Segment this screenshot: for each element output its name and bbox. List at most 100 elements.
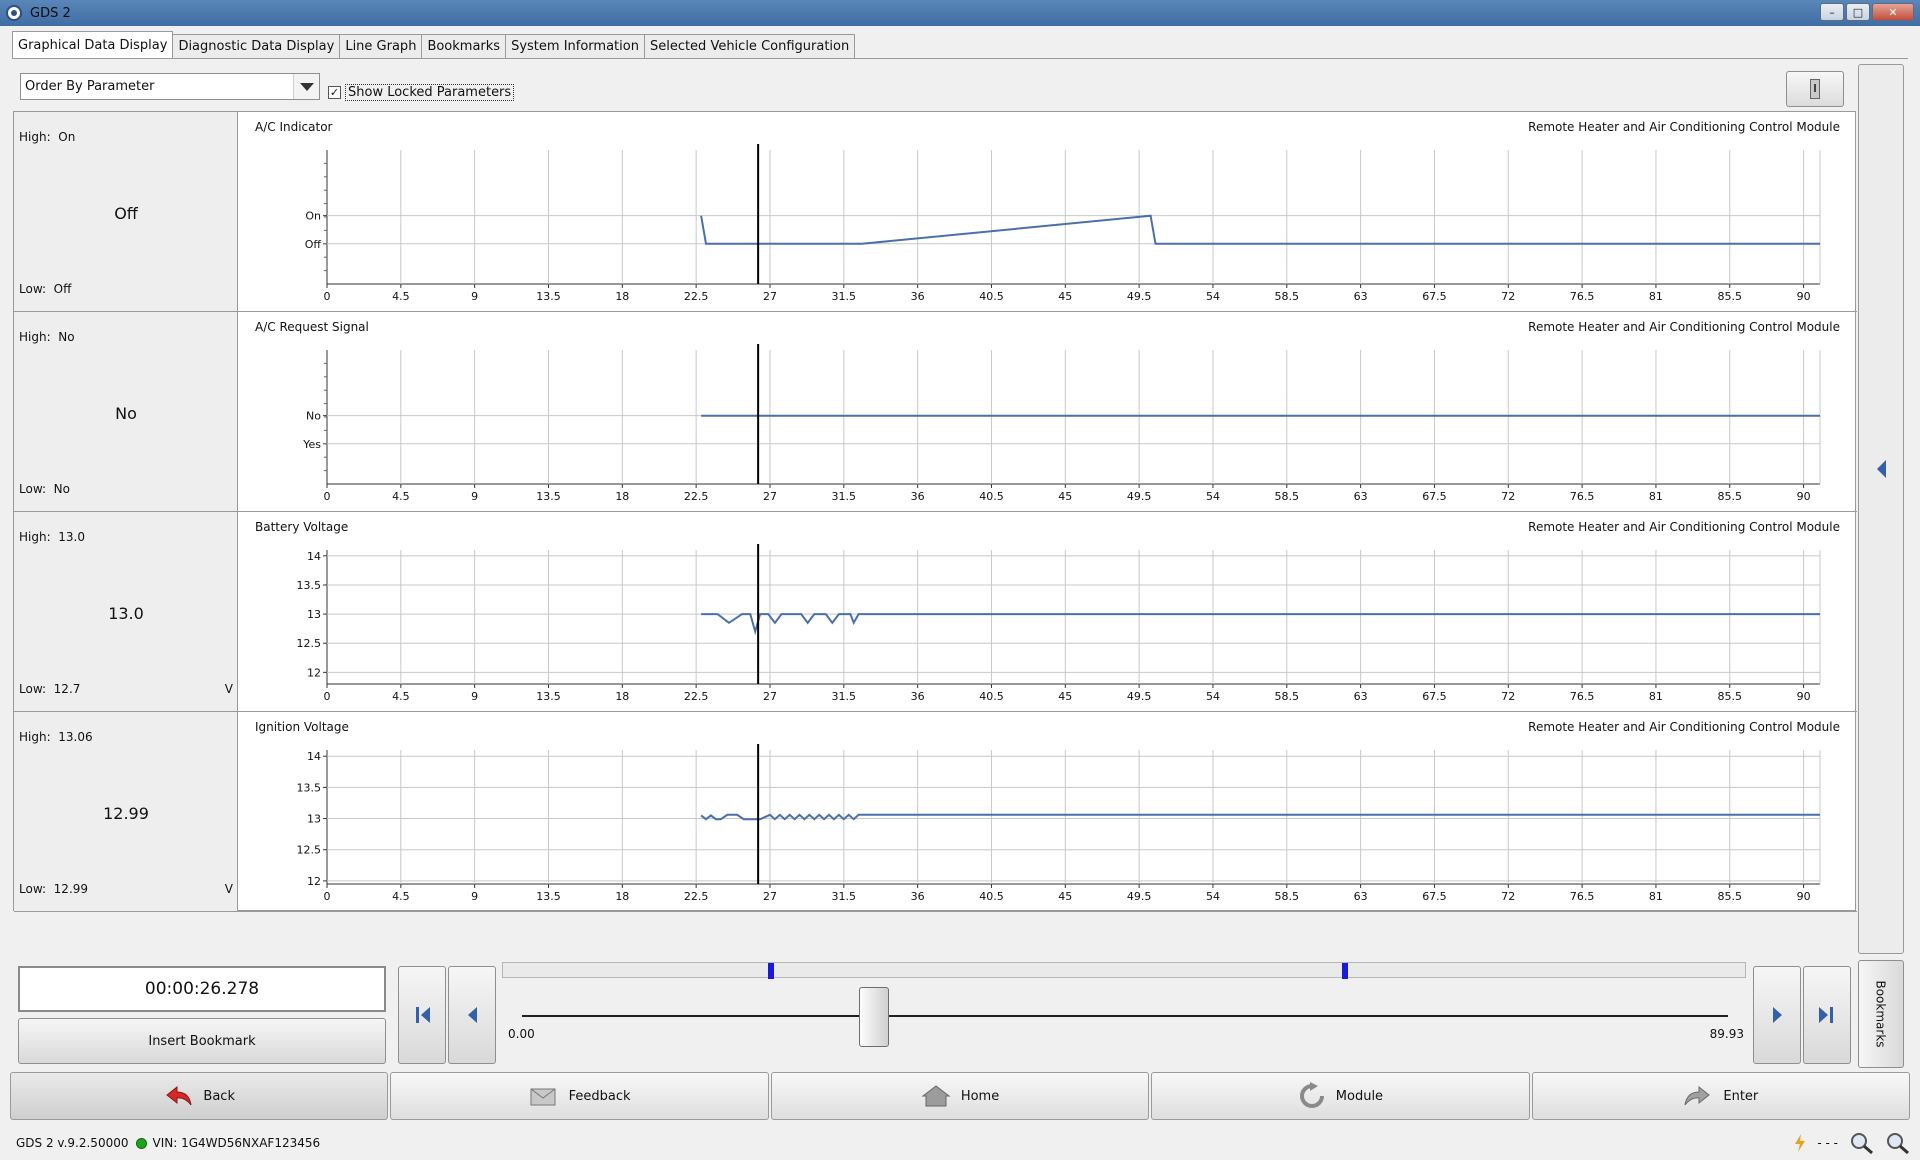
x-tick-label: 27 [763,290,777,303]
side-panel-expander[interactable] [1858,64,1904,954]
x-tick-label: 4.5 [392,290,410,303]
current-value: Off [114,204,138,223]
window-controls: – □ ✕ [1820,3,1914,21]
tab-diagnostic-data-display[interactable]: Diagnostic Data Display [172,34,341,58]
x-tick-label: 85.5 [1718,490,1743,503]
x-tick-label: 40.5 [979,290,1004,303]
skip-back-icon [421,1007,430,1023]
bookmark-marker[interactable] [1342,963,1349,979]
high-value: High: 13.06 [19,730,93,744]
expand-left-icon[interactable] [1876,460,1886,478]
x-tick-label: 63 [1354,490,1368,503]
feedback-button[interactable]: Feedback [390,1072,769,1120]
x-tick-label: 31.5 [832,290,857,303]
back-button[interactable]: Back [10,1072,389,1120]
parameter-row: High: On Off Low: Off 0 4.5 9 13.5 18 22.5 27 3… [14,112,1857,312]
x-tick-label: 18 [615,490,629,503]
skip-bar-icon [1830,1007,1833,1023]
insert-bookmark-label: Insert Bookmark [148,1033,256,1049]
playback-slider[interactable]: 0.00 89.93 [502,981,1746,1067]
x-tick-label: 67.5 [1422,490,1447,503]
checkbox-checked-icon[interactable]: ✓ [328,86,341,99]
parameter-chart[interactable]: 0 4.5 9 13.5 18 22.5 27 31.5 36 40.5 45 49.5 54 58.5 6… [239,312,1856,511]
parameter-name: Battery Voltage [255,520,349,534]
x-tick-label: 9 [471,890,478,903]
zoom-in-icon[interactable] [1848,1132,1874,1154]
tab-system-information[interactable]: System Information [505,34,645,58]
module-name: Remote Heater and Air Conditioning Contr… [1528,720,1840,734]
enter-arrow-icon [1684,1085,1711,1106]
bookmark-marker[interactable] [768,963,775,979]
x-tick-label: 0 [324,690,331,703]
chart-svg: 0 4.5 9 13.5 18 22.5 27 31.5 36 40.5 45 49.5 54 58.5 6… [297,544,1821,703]
zoom-out-icon[interactable] [1884,1132,1910,1154]
lock-parameters-button[interactable] [1786,71,1844,107]
slider-track[interactable] [522,1015,1728,1017]
x-tick-label: 45 [1058,690,1072,703]
module-name: Remote Heater and Air Conditioning Contr… [1528,120,1840,134]
parameter-chart[interactable]: 0 4.5 9 13.5 18 22.5 27 31.5 36 40.5 45 49.5 54 58.5 6… [239,112,1856,311]
tab-label: Graphical Data Display [18,37,168,53]
x-tick-label: 72 [1501,890,1515,903]
y-tick-label: 13 [307,608,321,621]
x-tick-label: 40.5 [979,490,1004,503]
module-button[interactable]: Module [1151,1072,1530,1120]
parameter-chart[interactable]: 0 4.5 9 13.5 18 22.5 27 31.5 36 40.5 45 49.5 54 58.5 6… [239,512,1856,711]
show-locked-parameters-toggle[interactable]: ✓ Show Locked Parameters [328,84,515,101]
enter-button[interactable]: Enter [1531,1072,1911,1120]
high-value: High: On [19,130,76,144]
data-series-line [701,613,1820,636]
x-tick-label: 22.5 [684,690,709,703]
home-button[interactable]: Home [770,1072,1150,1120]
insert-bookmark-button[interactable]: Insert Bookmark [18,1018,386,1064]
x-tick-label: 18 [615,890,629,903]
bookmarks-side-tab[interactable]: Bookmarks [1858,960,1904,1068]
x-tick-label: 49.5 [1127,290,1152,303]
order-by-select[interactable]: Order By Parameter [20,73,320,100]
maximize-button[interactable]: □ [1846,3,1870,21]
x-tick-label: 31.5 [832,890,857,903]
low-value: Low: 12.99 [19,882,89,896]
y-tick-label: 12.5 [297,637,322,650]
close-button[interactable]: ✕ [1872,3,1914,21]
parameter-summary: High: No No Low: No [14,312,238,511]
x-tick-label: 4.5 [392,890,410,903]
bookmark-strip[interactable] [502,962,1746,979]
tab-selected-vehicle-configuration[interactable]: Selected Vehicle Configuration [643,34,856,58]
slider-thumb[interactable] [859,987,890,1047]
tab-panel-border [12,58,1908,59]
x-tick-label: 45 [1058,290,1072,303]
x-tick-label: 85.5 [1718,690,1743,703]
feedback-label: Feedback [568,1088,631,1104]
jump-end-button[interactable] [1803,966,1851,1064]
signal-label: - - - [1817,1136,1838,1150]
tab-graphical-data-display[interactable]: Graphical Data Display [12,31,174,58]
tab-line-graph[interactable]: Line Graph [339,34,423,58]
jump-start-button[interactable] [398,966,446,1064]
x-tick-label: 90 [1797,890,1811,903]
x-tick-label: 27 [763,890,777,903]
x-tick-label: 63 [1354,890,1368,903]
parameter-chart[interactable]: 0 4.5 9 13.5 18 22.5 27 31.5 36 40.5 45 49.5 54 58.5 6… [239,712,1856,911]
x-tick-label: 0 [324,890,331,903]
x-tick-label: 45 [1058,890,1072,903]
x-tick-label: 85.5 [1718,890,1743,903]
x-tick-label: 18 [615,690,629,703]
y-tick-label: 13.5 [297,579,322,592]
x-tick-label: 67.5 [1422,690,1447,703]
lock-toggle-icon [1810,79,1820,99]
x-tick-label: 27 [763,490,777,503]
minimize-button[interactable]: – [1820,3,1844,21]
x-tick-label: 40.5 [979,890,1004,903]
skip-forward-icon [1819,1007,1828,1023]
x-tick-label: 54 [1206,290,1220,303]
x-tick-label: 81 [1649,290,1663,303]
step-forward-button[interactable] [1753,966,1801,1064]
x-tick-label: 9 [471,490,478,503]
step-back-button[interactable] [448,966,496,1064]
x-tick-label: 63 [1354,690,1368,703]
chevron-down-icon[interactable] [293,74,319,99]
back-label: Back [203,1088,235,1104]
home-icon [921,1085,951,1107]
tab-bookmarks[interactable]: Bookmarks [421,34,507,58]
